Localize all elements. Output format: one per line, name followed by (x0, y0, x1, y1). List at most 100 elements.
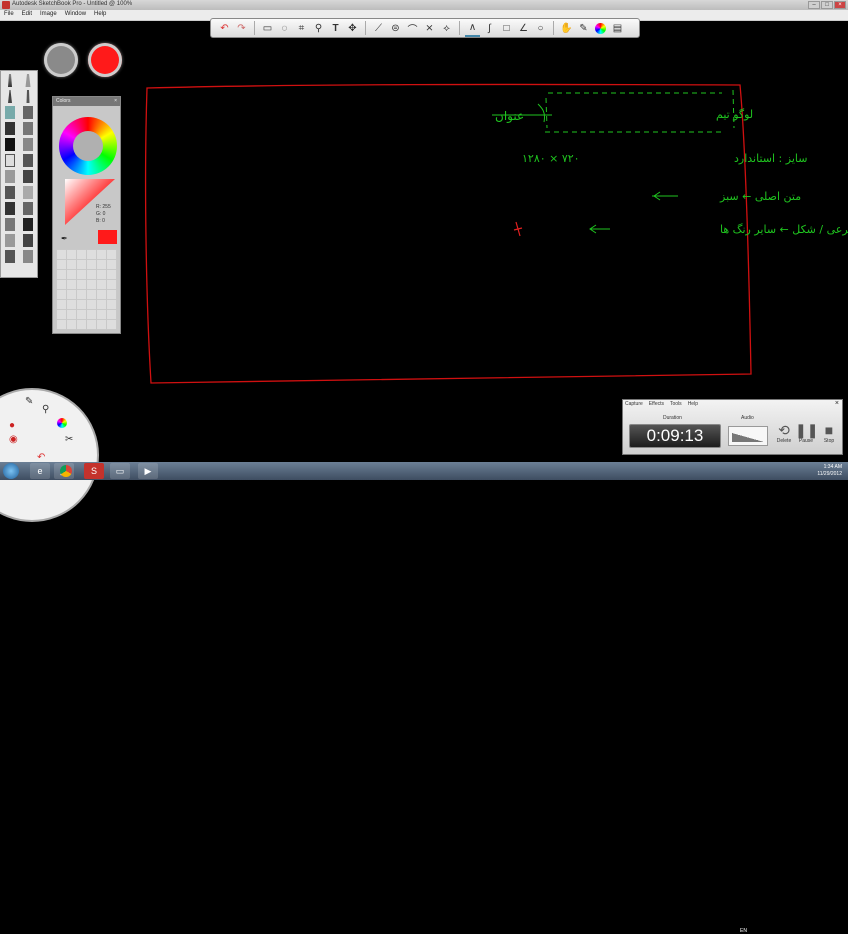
brush-icon[interactable] (5, 234, 15, 247)
brush-icon[interactable] (5, 250, 15, 263)
brush-icon[interactable] (5, 218, 15, 231)
brush-icon[interactable] (25, 74, 31, 87)
color-wheel[interactable] (59, 117, 117, 175)
brush-icon[interactable] (5, 186, 15, 199)
menu-window[interactable]: Window (61, 10, 90, 20)
lasso-icon[interactable]: ◌ (277, 21, 292, 36)
marker-icon[interactable] (23, 106, 33, 119)
windows-taskbar: e ▦ S ▭ ▶ EN 1:34 AM 11/29/2012 (0, 462, 848, 934)
color-swatch-grid[interactable] (56, 249, 117, 329)
pencil-icon[interactable] (8, 90, 12, 103)
scissors-icon[interactable]: ✂ (65, 434, 73, 445)
menu-image[interactable]: Image (36, 10, 61, 20)
duration-timer: 0:09:13 (629, 424, 721, 448)
eyedropper-icon[interactable]: ✒ (61, 234, 68, 243)
color-wheel-icon[interactable] (593, 21, 608, 36)
colors-panel-header: Colors × (53, 97, 120, 106)
ballpoint-icon[interactable] (5, 106, 15, 119)
color-puck[interactable] (88, 43, 122, 77)
window-title: Autodesk SketchBook Pro - Untitled @ 100… (12, 1, 133, 7)
current-color-swatch[interactable] (98, 230, 117, 244)
pause-button[interactable]: ❚❚ Pause (795, 422, 819, 444)
curve-icon[interactable]: ∫ (482, 21, 497, 36)
menu-edit[interactable]: Edit (18, 10, 36, 20)
close-icon[interactable]: × (114, 97, 117, 106)
zoom-icon[interactable]: ⚲ (311, 21, 326, 36)
highlighter-icon[interactable] (23, 138, 33, 151)
smudge-icon[interactable] (23, 154, 33, 167)
brush-library-panel (0, 70, 38, 278)
symmetry-icon[interactable]: ⨯ (422, 21, 437, 36)
brush-icon[interactable] (23, 186, 33, 199)
brush-icon[interactable] (23, 234, 33, 247)
brush-size-puck[interactable] (44, 43, 78, 77)
pen-icon[interactable]: ✎ (25, 396, 33, 407)
recorder-menu: Capture Effects Tools Help (625, 401, 698, 407)
eraser-icon[interactable] (5, 154, 15, 167)
undo-icon[interactable]: ↶ (217, 21, 232, 36)
minimize-button[interactable]: – (808, 1, 820, 9)
brush-icon[interactable] (5, 202, 15, 215)
language-indicator[interactable]: EN (740, 928, 747, 934)
menu-help[interactable]: Help (90, 10, 110, 20)
ruler-icon[interactable]: ⟋ (371, 21, 386, 36)
start-button[interactable] (3, 463, 19, 479)
color-wheel-icon[interactable] (57, 418, 67, 431)
blur-icon[interactable] (5, 170, 15, 183)
brush-palette-icon[interactable]: ✎ (576, 21, 591, 36)
recorder-menu-effects[interactable]: Effects (649, 401, 664, 407)
canvas-text-resolution: ۱۲۸۰ × ۷۲۰ (522, 152, 580, 165)
pen-icon[interactable] (26, 90, 30, 103)
felt-icon[interactable] (5, 138, 15, 151)
chrome-icon[interactable] (56, 463, 76, 479)
folder-taskbar-icon[interactable]: ▭ (110, 463, 130, 479)
ie-icon[interactable]: e (30, 463, 50, 479)
close-button[interactable]: × (834, 1, 846, 9)
polyline-icon[interactable]: ∠ (516, 21, 531, 36)
sketchbook-taskbar-icon[interactable]: S (84, 463, 104, 479)
colors-panel: Colors × R: 255 G: 0 B: 0 ✒ (52, 96, 121, 334)
brush-icon[interactable] (23, 218, 33, 231)
stop-button[interactable]: ■ Stop (818, 422, 840, 444)
crop-icon[interactable]: ⌗ (294, 21, 309, 36)
delete-button[interactable]: ⟲ Delete (773, 422, 795, 444)
line-icon[interactable]: ∧ (465, 20, 480, 37)
pause-icon: ❚❚ (795, 422, 819, 438)
recorder-taskbar-icon[interactable]: ▶ (138, 463, 158, 479)
brush-icon[interactable] (23, 202, 33, 215)
move-icon[interactable]: ✥ (345, 21, 360, 36)
chisel-icon[interactable] (23, 122, 33, 135)
rect-icon[interactable]: □ (499, 21, 514, 36)
colors-panel-title: Colors (56, 98, 71, 104)
perspective-icon[interactable]: ⟡ (439, 21, 454, 36)
recorder-menu-help[interactable]: Help (688, 401, 698, 407)
brush-icon[interactable] (23, 250, 33, 263)
system-clock[interactable]: 1:34 AM 11/29/2012 (817, 464, 842, 478)
airbrush-icon[interactable] (5, 122, 15, 135)
stop-icon: ■ (824, 422, 834, 438)
canvas-text-sub: توضیحات فرعی / شکل ← سایر رنگ ها (720, 223, 848, 236)
ellipse-guide-icon[interactable]: ⊜ (388, 21, 403, 36)
close-icon[interactable]: × (835, 400, 839, 407)
menu-file[interactable]: File (0, 10, 18, 20)
duration-label: Duration (663, 415, 682, 421)
canvas-text-size: سایز : استاندارد (734, 152, 807, 165)
recorder-menu-tools[interactable]: Tools (670, 401, 682, 407)
clock-date: 11/29/2012 (817, 471, 842, 477)
french-curve-icon[interactable]: ⌒ (405, 21, 420, 36)
sharpen-icon[interactable] (23, 170, 33, 183)
brush-icon[interactable] (8, 74, 12, 87)
redo-icon[interactable]: ↷ (234, 21, 249, 36)
brush-icon[interactable]: ⚲ (42, 404, 49, 415)
recorder-menu-capture[interactable]: Capture (625, 401, 643, 407)
window-titlebar: Autodesk SketchBook Pro - Untitled @ 100… (0, 0, 848, 10)
record-icon[interactable]: ◉ (9, 434, 18, 445)
layers-icon[interactable]: ▤ (610, 21, 625, 36)
audio-level-meter[interactable] (728, 426, 768, 446)
hand-icon[interactable]: ✋ (559, 21, 574, 36)
record-icon[interactable]: ● (9, 420, 15, 431)
ellipse-icon[interactable]: ○ (533, 21, 548, 36)
select-rect-icon[interactable]: ▭ (260, 21, 275, 36)
maximize-button[interactable]: □ (821, 1, 833, 9)
text-icon[interactable]: T (328, 21, 343, 36)
